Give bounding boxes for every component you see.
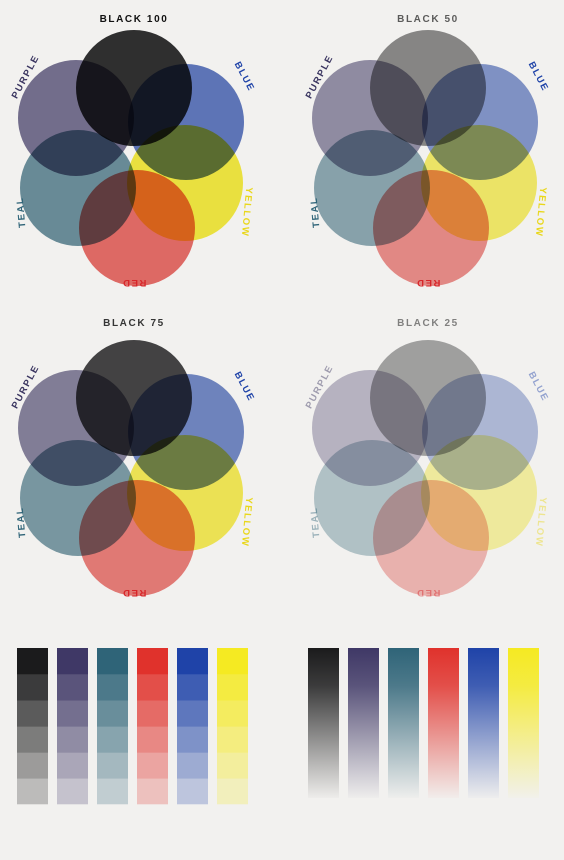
red-tint-step [137, 700, 168, 727]
yellow-gradient-strip [508, 648, 539, 798]
red-circle [79, 170, 195, 286]
blue-label: BLUE [232, 60, 257, 94]
purple-tint-step [57, 700, 88, 727]
black-circle [76, 30, 192, 146]
black-tint-step [17, 674, 48, 701]
black-tint-step [17, 648, 48, 675]
red-label: RED [416, 277, 441, 288]
stepped-swatch-set [17, 648, 248, 805]
red-label: RED [122, 587, 147, 598]
yellow-tint-step [217, 674, 248, 701]
blue-tint-step [177, 648, 208, 675]
purple-tint-step [57, 752, 88, 779]
color-wheel-panel: BLACK 75PURPLE BLUEYELLOWTEALRED [10, 318, 257, 598]
gradient-swatch-set [308, 648, 539, 798]
black-circle [76, 340, 192, 456]
teal-tint-step [97, 674, 128, 701]
teal-gradient-strip [388, 648, 419, 798]
blue-gradient-strip [468, 648, 499, 798]
black-tint-step [17, 700, 48, 727]
red-gradient-strip [428, 648, 459, 798]
red-label: RED [122, 277, 147, 288]
black-circle [370, 30, 486, 146]
teal-tint-step [97, 726, 128, 753]
red-circle [79, 480, 195, 596]
red-circle [373, 170, 489, 286]
teal-tint-step [97, 648, 128, 675]
yellow-tint-step [217, 778, 248, 805]
panel-title: BLACK 25 [397, 318, 459, 329]
red-circle [373, 480, 489, 596]
yellow-tint-step [217, 752, 248, 779]
red-tint-step [137, 778, 168, 805]
purple-tint-step [57, 778, 88, 805]
black-circle [370, 340, 486, 456]
red-label: RED [416, 587, 441, 598]
yellow-tint-step [217, 648, 248, 675]
blue-tint-step [177, 700, 208, 727]
blue-label: BLUE [232, 370, 257, 404]
color-wheel-panel: BLACK 50PURPLE BLUEYELLOWTEALRED [304, 14, 551, 288]
blue-tint-step [177, 778, 208, 805]
poster-canvas: BLACK 100PURPLE BLUEYELLOWTEALREDBLACK 50… [10, 14, 551, 805]
red-tint-step [137, 674, 168, 701]
purple-tint-step [57, 726, 88, 753]
red-tint-step [137, 648, 168, 675]
red-tint-step [137, 752, 168, 779]
teal-tint-step [97, 778, 128, 805]
purple-gradient-strip [348, 648, 379, 798]
blue-label: BLUE [526, 370, 551, 404]
panel-title: BLACK 75 [103, 318, 165, 329]
red-tint-step [137, 726, 168, 753]
panel-title: BLACK 50 [397, 14, 459, 25]
blue-label: BLUE [526, 60, 551, 94]
teal-tint-step [97, 700, 128, 727]
purple-tint-step [57, 648, 88, 675]
black-tint-step [17, 778, 48, 805]
black-tint-step [17, 752, 48, 779]
color-wheel-panel: BLACK 100PURPLE BLUEYELLOWTEALRED [10, 14, 257, 288]
color-overlay-poster: BLACK 100 PURPLE BLUE YELLOW TEAL RED BLACK 50… [0, 0, 564, 860]
yellow-tint-step [217, 726, 248, 753]
blue-tint-step [177, 726, 208, 753]
blue-tint-step [177, 674, 208, 701]
black-tint-step [17, 726, 48, 753]
purple-tint-step [57, 674, 88, 701]
color-wheel-panel: BLACK 25PURPLE BLUEYELLOWTEALRED [304, 318, 551, 598]
black-gradient-strip [308, 648, 339, 798]
teal-tint-step [97, 752, 128, 779]
blue-tint-step [177, 752, 208, 779]
yellow-tint-step [217, 700, 248, 727]
panel-title: BLACK 100 [100, 14, 169, 25]
